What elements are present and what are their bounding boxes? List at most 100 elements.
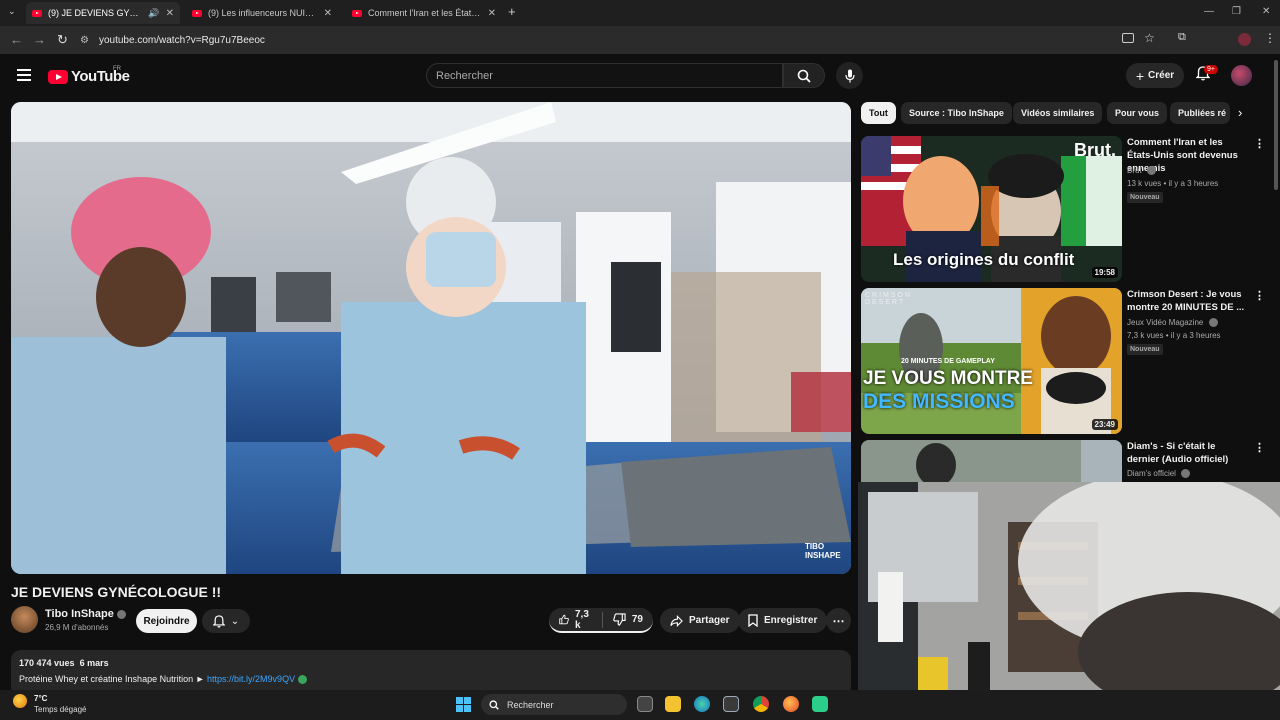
create-label: Créer	[1148, 70, 1175, 81]
firefox-icon[interactable]	[783, 696, 799, 712]
back-icon[interactable]: ←	[10, 32, 23, 47]
task-view-icon[interactable]	[637, 696, 653, 712]
tab-title: (9) JE DEVIENS GYNÉCOLO	[48, 8, 143, 18]
extensions-icon[interactable]: ⧉	[1178, 31, 1186, 44]
check-icon	[297, 675, 307, 685]
chip-source[interactable]: Source : Tibo InShape	[901, 102, 1012, 124]
taskbar-search[interactable]: Rechercher	[481, 694, 627, 715]
like-dislike-group: 7,3 k 79	[549, 608, 653, 633]
save-label: Enregistrer	[764, 615, 818, 626]
thumbnail-line-2: DES MISSIONS	[863, 390, 1015, 413]
plus-icon: +	[1135, 67, 1145, 84]
weather-condition[interactable]: Temps dégagé	[34, 705, 86, 714]
tab-close-icon[interactable]: ✕	[324, 8, 332, 19]
menu-icon[interactable]	[17, 69, 31, 81]
site-info-icon[interactable]: ⚙	[80, 35, 89, 46]
share-label: Partager	[689, 615, 730, 626]
temperature[interactable]: 7°C	[34, 694, 47, 703]
windows-start-icon[interactable]	[456, 697, 471, 712]
chip-all[interactable]: Tout	[861, 102, 896, 124]
search-input[interactable]: Rechercher	[426, 63, 783, 88]
account-avatar[interactable]	[1231, 65, 1252, 86]
edge-icon[interactable]	[694, 696, 710, 712]
url-text: youtube.com/watch?v=Rgu7u7Beeoc	[98, 34, 265, 46]
recommendation-title[interactable]: Crimson Desert : Je vous montre 20 MINUT…	[1127, 288, 1247, 314]
more-options-icon[interactable]: ⋮	[1254, 289, 1265, 302]
description-text: Protéine Whey et créatine Inshape Nutrit…	[19, 674, 205, 684]
recommendation-thumbnail[interactable]: Les origines du conflit Brut. 19:58	[861, 136, 1122, 282]
more-actions-button[interactable]: ⋯	[826, 608, 851, 633]
share-button[interactable]: Partager	[660, 608, 740, 633]
chip-recent[interactable]: Publiées ré	[1170, 102, 1230, 124]
chevron-right-icon[interactable]: ›	[1238, 105, 1242, 120]
video-duration: 19:58	[1091, 267, 1118, 278]
video-player[interactable]: TIBO INSHAPE	[11, 102, 851, 574]
more-options-icon[interactable]: ⋮	[1254, 137, 1265, 150]
minimize-icon[interactable]: —	[1204, 6, 1214, 17]
browser-tab[interactable]: Comment l'Iran et les États-Un ✕	[346, 2, 502, 24]
dislike-button[interactable]: 79	[603, 608, 653, 631]
verified-icon	[1208, 318, 1218, 328]
subscriber-count: 26,9 M d'abonnés	[45, 623, 109, 632]
save-button[interactable]: Enregistrer	[738, 608, 828, 633]
whatsapp-icon[interactable]	[812, 696, 828, 712]
join-button[interactable]: Rejoindre	[136, 609, 197, 633]
recommendation-channel-row[interactable]: Brut	[1127, 166, 1156, 176]
description-link[interactable]: https://bit.ly/2M9v9QV	[207, 674, 295, 684]
chip-similar[interactable]: Vidéos similaires	[1013, 102, 1103, 124]
recommendation-channel-row[interactable]: Jeux Vidéo Magazine	[1127, 318, 1218, 328]
close-window-icon[interactable]: ✕	[1262, 6, 1270, 17]
browser-menu-icon[interactable]: ⋮	[1264, 31, 1276, 45]
chrome-icon[interactable]	[753, 696, 769, 712]
channel-name[interactable]: Tibo InShape	[45, 608, 114, 620]
profile-icon[interactable]	[1238, 33, 1251, 46]
browser-tab[interactable]: (9) Les influenceurs NUISIBLES ✕	[186, 2, 338, 24]
more-dots-icon: ⋯	[832, 613, 845, 628]
thumbnail-line-1: JE VOUS MONTRE	[863, 368, 1033, 389]
publish-date: 6 mars	[79, 658, 109, 668]
tab-title: (9) Les influenceurs NUISIBLES	[208, 8, 318, 18]
search-icon	[489, 699, 499, 710]
tab-close-icon[interactable]: ✕	[488, 8, 496, 19]
recommendation-title[interactable]: Diam's - Si c'était le dernier (Audio of…	[1127, 440, 1247, 466]
recommendation-channel[interactable]: Diam's officiel	[1127, 469, 1176, 478]
new-tab-button[interactable]: +	[508, 4, 516, 19]
notification-count-badge: 9+	[1204, 65, 1218, 74]
page-scrollbar[interactable]	[1274, 60, 1278, 190]
tab-title: Comment l'Iran et les États-Un	[368, 8, 482, 18]
video-duration: 23:49	[1091, 419, 1118, 430]
recommendation-channel[interactable]: Brut	[1127, 166, 1142, 175]
recommendation-thumbnail[interactable]: CRIMSON DESERT 20 MINUTES DE GAMEPLAY JE…	[861, 288, 1122, 434]
audio-playing-icon[interactable]: 🔊	[148, 8, 159, 19]
like-button[interactable]: 7,3 k	[549, 608, 602, 631]
create-button[interactable]: + Créer	[1126, 63, 1184, 88]
recommendation-channel-row[interactable]: Diam's officiel	[1127, 469, 1191, 479]
like-count: 7,3 k	[574, 608, 589, 631]
install-app-icon[interactable]	[1122, 33, 1134, 43]
chip-for-you[interactable]: Pour vous	[1107, 102, 1168, 124]
recommendation-channel[interactable]: Jeux Vidéo Magazine	[1127, 318, 1203, 327]
browser-tab-active[interactable]: (9) JE DEVIENS GYNÉCOLO 🔊 ✕	[26, 2, 180, 24]
new-badge: Nouveau	[1127, 192, 1163, 203]
address-bar[interactable]: ⚙ youtube.com/watch?v=Rgu7u7Beeoc	[80, 30, 1170, 50]
tab-list-icon[interactable]: ⌄	[8, 6, 16, 17]
channel-name-row[interactable]: Tibo InShape	[45, 608, 126, 620]
more-options-icon[interactable]: ⋮	[1254, 441, 1265, 454]
reload-icon[interactable]: ↻	[57, 32, 68, 48]
webcam-overlay	[858, 482, 1280, 690]
restore-icon[interactable]: ❐	[1232, 6, 1241, 17]
search-placeholder: Rechercher	[436, 70, 493, 82]
bookmark-star-icon[interactable]: ☆	[1144, 31, 1155, 45]
thumbnail-top-text: CRIMSON DESERT	[865, 292, 913, 306]
file-explorer-icon[interactable]	[665, 696, 681, 712]
forward-icon[interactable]: →	[33, 32, 46, 47]
share-icon	[670, 614, 683, 627]
tab-close-icon[interactable]: ✕	[166, 8, 174, 19]
voice-search-button[interactable]	[836, 62, 863, 89]
search-button[interactable]	[783, 63, 825, 88]
store-icon[interactable]	[723, 696, 739, 712]
channel-avatar[interactable]	[11, 606, 38, 633]
subscription-bell-button[interactable]: ⌄	[202, 609, 250, 633]
thumbnail-brand: Brut.	[1074, 140, 1116, 160]
weather-icon[interactable]	[13, 694, 27, 708]
